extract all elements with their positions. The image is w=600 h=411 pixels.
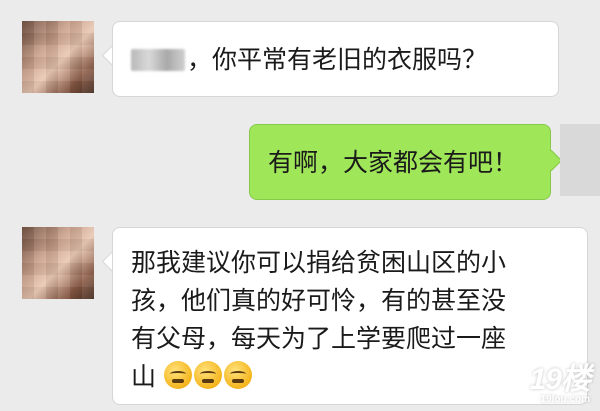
message-text: ，你平常有老旧的衣服吗？ [187, 45, 488, 74]
outgoing-message-bubble[interactable]: 有啊，大家都会有吧！ [249, 124, 551, 200]
blurred-contact-name [131, 49, 185, 71]
angry-face-emoji [193, 361, 222, 389]
angry-face-emoji [163, 361, 192, 389]
contact-avatar[interactable] [22, 21, 94, 93]
own-avatar[interactable] [560, 124, 600, 196]
watermark-logo: 19楼 19lou.com [529, 363, 591, 405]
incoming-message-bubble[interactable]: 那我建议你可以捐给贫困山区的小 孩，他们真的好可怜，有的甚至没 有父母，每天为了… [112, 227, 588, 405]
message-line: 孩，他们真的好可怜，有的甚至没 [131, 286, 507, 315]
message-line: 那我建议你可以捐给贫困山区的小 [131, 248, 507, 277]
message-line-with-emoji: 山 [131, 358, 569, 396]
message-line: 有父母，每天为了上学要爬过一座 [131, 324, 507, 353]
contact-avatar[interactable] [22, 227, 94, 299]
angry-face-emoji [223, 361, 252, 389]
incoming-message-bubble[interactable]: ，你平常有老旧的衣服吗？ [112, 21, 559, 97]
message-text: 有啊，大家都会有吧！ [268, 148, 519, 177]
